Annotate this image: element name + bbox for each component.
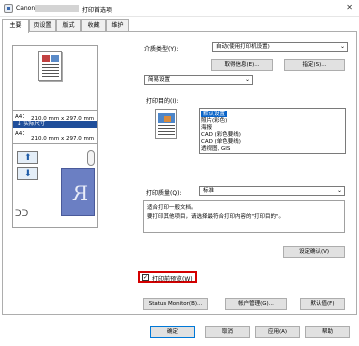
purpose-thumb-lines <box>158 125 175 136</box>
preview-before-print-highlight: ✓ 打印前预览(W) <box>138 271 197 283</box>
get-info-button[interactable]: 取得信息(E)... <box>211 59 273 71</box>
print-purpose-list[interactable]: 默认设置 照片(彩色) 海报 CAD (彩色要线) CAD (单色要线) 透视图… <box>199 108 346 154</box>
chevron-down-icon: ⌄ <box>339 43 345 50</box>
print-quality-value: 标准 <box>203 188 215 194</box>
cancel-button[interactable]: 取消 <box>205 326 250 338</box>
preview-before-print-label[interactable]: 打印前预览(W) <box>152 274 193 283</box>
actual-size-bar: ↓ 实际尺寸 <box>13 121 97 128</box>
media-type-select[interactable]: 自动(使用打印机设置) ⌄ <box>212 42 348 52</box>
description-line-1: 适合打印一般文档。 <box>147 205 197 211</box>
preview-image-blue <box>51 55 59 62</box>
list-item[interactable]: 透视图, GIS <box>201 146 230 152</box>
window-title: 打印首选项 <box>82 7 113 14</box>
list-item[interactable]: 照片(彩色) <box>201 118 227 124</box>
print-purpose-thumbnail <box>155 109 177 139</box>
preview-before-print-checkbox[interactable]: ✓ <box>142 274 149 281</box>
defaults-button[interactable]: 默认值(F) <box>300 298 345 310</box>
title-bar: Canon 打印首选项 ✕ <box>0 0 359 17</box>
print-purpose-label: 打印目的(I): <box>146 98 179 105</box>
settings-mode-select[interactable]: 简易设置 ⌄ <box>144 75 253 85</box>
media-type-label: 介质类型(Y): <box>144 46 179 53</box>
output-size-label: A4： <box>15 131 28 137</box>
quality-confirm-button[interactable]: 设定确认(V) <box>283 246 345 258</box>
purpose-description: 适合打印一般文档。 要打印其他项目，请选择最符合打印内容的"打印目的"。 <box>143 200 345 233</box>
output-preview-paper: R <box>61 168 95 216</box>
print-quality-label: 打印质量(Q): <box>146 190 182 197</box>
print-quality-select[interactable]: 标准 ⌄ <box>199 186 345 196</box>
close-icon[interactable]: ✕ <box>346 3 353 12</box>
glasses-icon[interactable]: ᑐᑐ <box>15 209 28 219</box>
list-item[interactable]: 默认设置 <box>201 111 228 117</box>
settings-mode-value: 简易设置 <box>148 77 171 83</box>
arrow-down-icon: ⬇ <box>24 169 32 179</box>
description-line-2: 要打印其他项目，请选择最符合打印内容的"打印目的"。 <box>147 214 285 220</box>
preview-image-red <box>42 55 50 62</box>
ok-button[interactable]: 确定 <box>150 326 195 338</box>
page-preview-thumbnail <box>38 51 62 81</box>
chevron-down-icon: ⌄ <box>336 187 342 194</box>
list-item[interactable]: 海报 <box>201 125 212 131</box>
help-button[interactable]: 帮助 <box>305 326 350 338</box>
feed-up-button[interactable]: ⬆ <box>17 151 38 164</box>
specify-button[interactable]: 指定(S)... <box>284 59 345 71</box>
preview-text-lines <box>42 64 59 78</box>
list-item[interactable]: CAD (彩色要线) <box>201 132 241 138</box>
roll-paper-icon <box>87 150 95 166</box>
arrow-up-icon: ⬆ <box>24 153 32 163</box>
list-item[interactable]: CAD (单色要线) <box>201 139 241 145</box>
paper-size-info: A4： 210.0 mm x 297.0 mm ↓ 实际尺寸 A4： 210.0… <box>12 110 98 144</box>
window-brand: Canon <box>16 5 36 12</box>
paper-size-label: A4： <box>15 114 28 120</box>
feed-down-button[interactable]: ⬇ <box>17 167 38 180</box>
media-type-value: 自动(使用打印机设置) <box>216 44 270 50</box>
status-monitor-button[interactable]: Status Monitor(B)... <box>143 298 208 310</box>
apply-button[interactable]: 应用(A) <box>255 326 300 338</box>
output-size-dimensions: 210.0 mm x 297.0 mm <box>31 136 95 142</box>
tab-main[interactable]: 主要 <box>2 19 29 33</box>
printer-app-icon <box>4 4 13 13</box>
chevron-down-icon: ⌄ <box>244 76 250 83</box>
purpose-thumb-image <box>158 113 175 123</box>
redacted-printer-name <box>35 5 79 12</box>
mirrored-r-glyph: R <box>73 181 89 205</box>
account-manage-button[interactable]: 帐户管理(G)... <box>225 298 287 310</box>
